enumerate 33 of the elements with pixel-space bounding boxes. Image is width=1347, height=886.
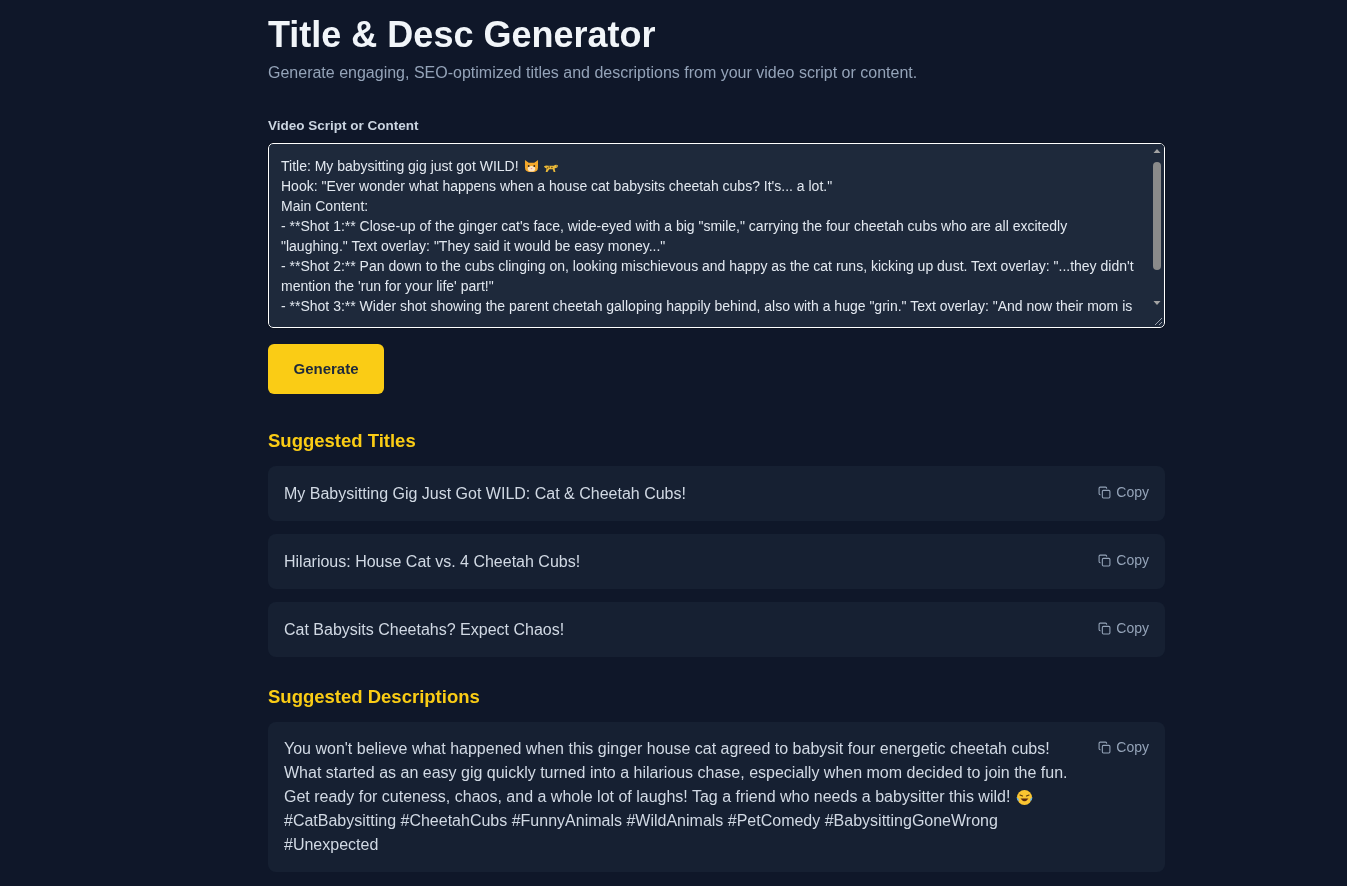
copy-icon <box>1098 485 1112 499</box>
script-text: - **Shot 2:** Pan down to the cubs clinging on, looking mischievous and happy as the cat runs, kicking up dust. Text overlay: "...they didn't <box>281 257 1134 276</box>
laughing-face-icon <box>1016 788 1034 806</box>
script-text: - **Shot 3:** Wider shot showing the parent cheetah galloping happily behind, also with a huge "grin." Text overlay: "And now their mom is <box>281 297 1133 316</box>
field-label: Video Script or Content <box>268 117 419 135</box>
copy-button[interactable]: Copy <box>1098 618 1149 638</box>
page-title: Title & Desc Generator <box>268 15 656 55</box>
script-text: "laughing." Text overlay: "They said it would be easy money..." <box>281 237 666 256</box>
section-heading: Suggested Descriptions <box>268 685 480 709</box>
script-text: Main Content: <box>281 197 369 216</box>
page-subtitle: Generate engaging, SEO-optimized titles and descriptions from your video script or content. <box>268 63 918 83</box>
title-text: Cat Babysits Cheetahs? Expect Chaos! <box>284 620 565 640</box>
copy-button[interactable]: Copy <box>1098 482 1149 502</box>
description-text: What started as an easy gig quickly turned into a hilarious chase, especially when mom decided to join the fun. <box>284 763 1068 783</box>
copy-button[interactable]: Copy <box>1098 737 1149 757</box>
script-textarea[interactable] <box>268 143 1165 328</box>
title-text: My Babysitting Gig Just Got WILD: Cat & Cheetah Cubs! <box>284 484 686 504</box>
copy-icon <box>1098 621 1112 635</box>
cheetah-icon <box>542 162 559 173</box>
script-text: Hook: "Ever wonder what happens when a house cat babysits cheetah cubs? It's... a lot." <box>281 177 833 196</box>
title-text: Hilarious: House Cat vs. 4 Cheetah Cubs! <box>284 552 581 572</box>
description-text: You won't believe what happened when this ginger house cat agreed to babysit four energetic cheetah cubs! <box>284 739 1050 759</box>
section-heading: Suggested Titles <box>268 429 416 453</box>
script-text: Title: My babysitting gig just got WILD! <box>281 157 519 176</box>
description-text: Get ready for cuteness, chaos, and a whole lot of laughs! Tag a friend who needs a babysitter this wild! <box>284 787 1011 807</box>
cat-face-icon <box>523 159 539 173</box>
copy-icon <box>1098 553 1112 567</box>
script-text: mention the 'run for your life' part!" <box>281 277 494 296</box>
hashtags-text: #CatBabysitting #CheetahCubs #FunnyAnimals #WildAnimals #PetComedy #BabysittingGoneWrong #Unexpected <box>284 811 999 855</box>
copy-icon <box>1098 740 1112 754</box>
copy-button[interactable]: Copy <box>1098 550 1149 570</box>
generate-button[interactable]: Generate <box>268 344 384 394</box>
script-text: - **Shot 1:** Close-up of the ginger cat's face, wide-eyed with a big "smile," carrying the four cheetah cubs who are all excitedly <box>281 217 1068 236</box>
